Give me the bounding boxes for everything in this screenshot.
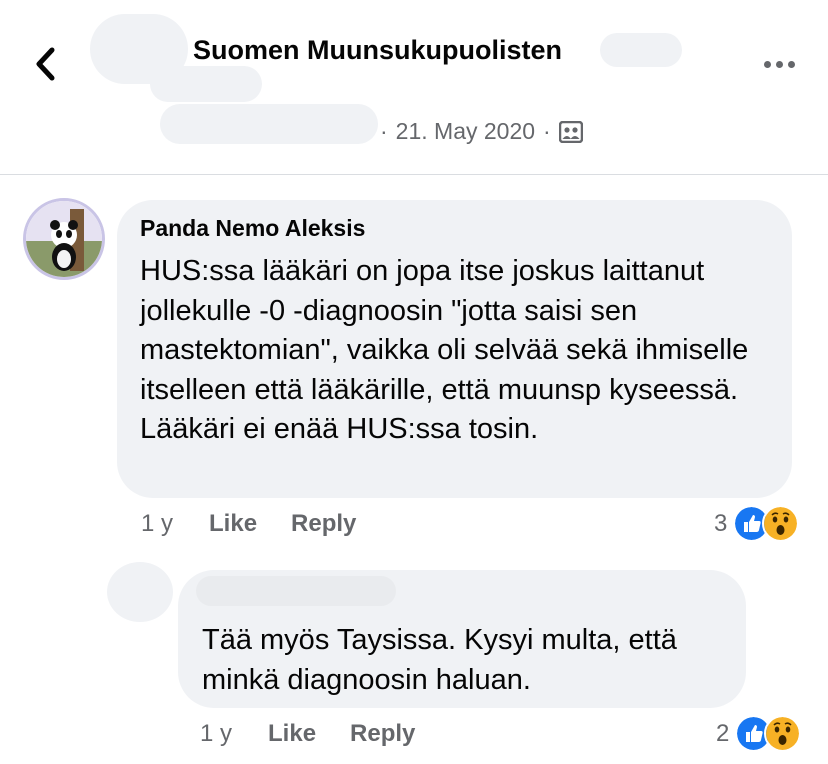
- reaction-summary[interactable]: 2: [716, 715, 802, 752]
- like-button[interactable]: Like: [268, 720, 316, 748]
- reply-button[interactable]: Reply: [350, 720, 415, 748]
- comment-actions: 1 y Like Reply: [141, 510, 356, 538]
- reply-button[interactable]: Reply: [291, 510, 356, 538]
- comment-time[interactable]: 1 y: [141, 510, 173, 538]
- back-button[interactable]: [30, 44, 64, 84]
- avatar[interactable]: [23, 198, 105, 280]
- meta-separator: ·: [543, 118, 551, 144]
- more-dots-icon: [763, 60, 771, 68]
- wow-reaction-icon: [764, 715, 802, 752]
- post-header: Suomen Muunsukupuolisten · 21. May 2020 …: [0, 0, 828, 175]
- panda-avatar-icon: [26, 201, 102, 277]
- comment-author[interactable]: Panda Nemo Aleksis: [140, 215, 365, 242]
- group-title[interactable]: Suomen Muunsukupuolisten: [193, 35, 562, 66]
- blurred-name-part: [150, 66, 262, 102]
- avatar[interactable]: [107, 562, 173, 622]
- comment-text: HUS:ssa lääkäri on jopa itse joskus lait…: [140, 255, 749, 445]
- reaction-summary[interactable]: 3: [714, 505, 800, 542]
- like-button[interactable]: Like: [209, 510, 257, 538]
- blurred-author-name: [160, 104, 378, 144]
- more-options-button[interactable]: [760, 54, 798, 74]
- wow-reaction-icon: [762, 505, 800, 542]
- meta-separator: ·: [380, 118, 388, 144]
- blurred-title-part: [600, 33, 682, 67]
- reaction-count: 2: [716, 719, 730, 747]
- comment-text: Tää myös Taysissa. Kysyi multa, että min…: [202, 624, 677, 696]
- chevron-left-icon: [36, 47, 55, 81]
- blurred-author-name: [196, 576, 396, 606]
- post-date[interactable]: 21. May 2020: [396, 118, 535, 145]
- reaction-count: 3: [714, 509, 728, 537]
- comment-time[interactable]: 1 y: [200, 720, 232, 748]
- group-members-icon: [558, 120, 583, 143]
- comment-actions: 1 y Like Reply: [200, 720, 415, 748]
- post-meta: · 21. May 2020 ·: [380, 118, 583, 145]
